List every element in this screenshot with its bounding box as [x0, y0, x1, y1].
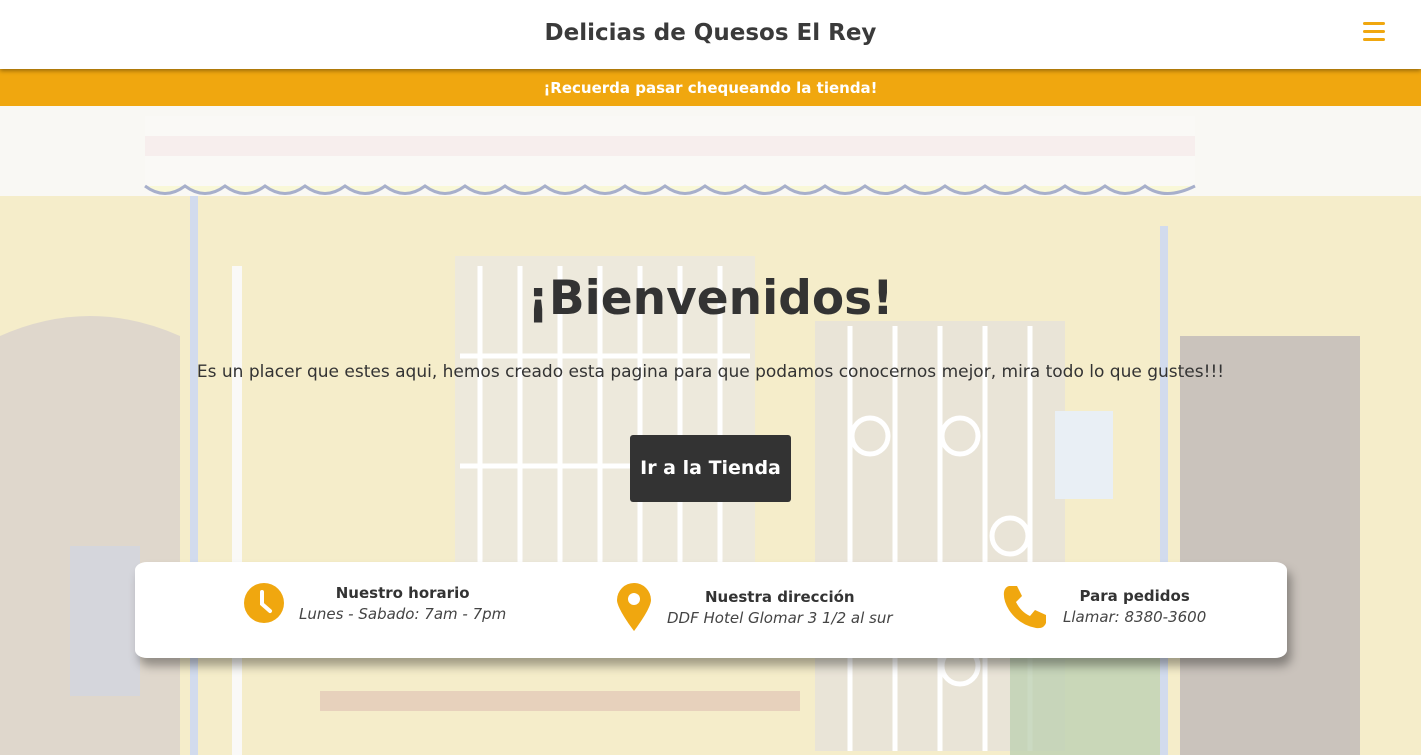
- address-title: Nuestra dirección: [704, 588, 855, 606]
- hero-subtitle: Es un placer que estes aqui, hemos cread…: [196, 362, 1225, 382]
- info-hours: Nuestro horario Lunes - Sabado: 7am - 7p…: [243, 582, 506, 624]
- hero-title: ¡Bienvenidos!: [527, 271, 894, 326]
- orders-title: Para pedidos: [1079, 587, 1190, 605]
- announcement-banner: ¡Recuerda pasar chequeando la tienda!: [0, 69, 1421, 106]
- go-to-store-button[interactable]: Ir a la Tienda: [630, 435, 791, 502]
- navbar: Delicias de Quesos El Rey: [0, 0, 1421, 69]
- hours-detail: Lunes - Sabado: 7am - 7pm: [299, 605, 507, 623]
- hero-section: ¡Bienvenidos! Es un placer que estes aqu…: [0, 106, 1421, 755]
- info-bar: Nuestro horario Lunes - Sabado: 7am - 7p…: [135, 562, 1287, 658]
- phone-icon: [1003, 586, 1046, 629]
- hamburger-icon[interactable]: [1363, 22, 1385, 44]
- hours-title: Nuestro horario: [335, 584, 470, 602]
- location-pin-icon: [617, 583, 651, 631]
- brand-title[interactable]: Delicias de Quesos El Rey: [0, 20, 1421, 46]
- address-detail: DDF Hotel Glomar 3 1/2 al sur: [667, 609, 893, 627]
- clock-icon: [244, 583, 284, 623]
- info-orders: Para pedidos Llamar: 8380-3600: [1001, 582, 1206, 630]
- orders-detail[interactable]: Llamar: 8380-3600: [1063, 607, 1206, 627]
- info-address: Nuestra dirección DDF Hotel Glomar 3 1/2…: [615, 582, 893, 632]
